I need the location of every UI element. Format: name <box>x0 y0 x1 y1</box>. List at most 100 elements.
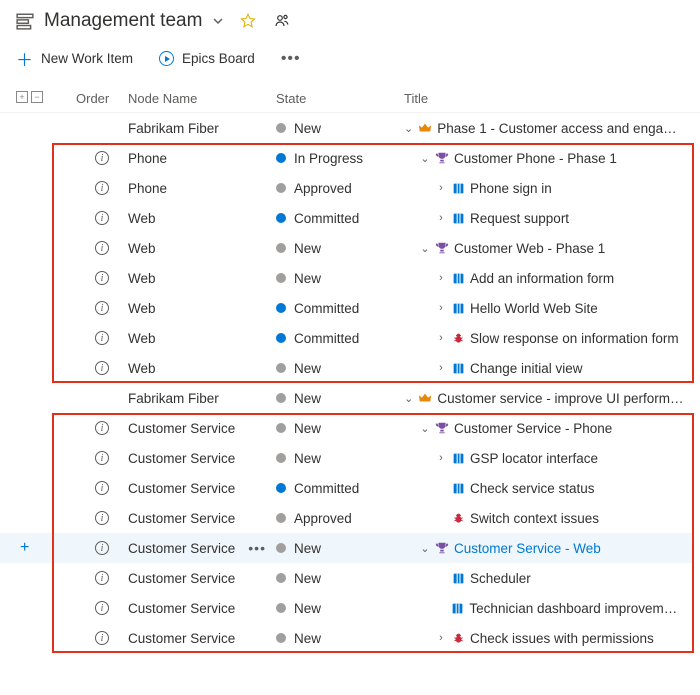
work-item-title[interactable]: Technician dashboard improvements <box>469 601 684 616</box>
bug-icon <box>451 331 465 345</box>
col-state[interactable]: State <box>276 91 404 106</box>
state-label: New <box>294 541 321 556</box>
work-item-title[interactable]: Phone sign in <box>470 181 552 196</box>
chevron-down-icon[interactable]: ⌄ <box>404 122 413 135</box>
state-label: New <box>294 451 321 466</box>
node-name: Web <box>128 331 276 346</box>
info-icon[interactable]: i <box>95 301 109 315</box>
chevron-right-icon[interactable]: › <box>436 332 446 344</box>
new-work-item-button[interactable]: ＋ New Work Item <box>16 46 133 71</box>
state-dot-icon <box>276 603 286 613</box>
table-row[interactable]: Fabrikam FiberNew⌄Customer service - imp… <box>0 383 694 413</box>
table-row[interactable]: iCustomer ServiceNew⌄Customer Service - … <box>0 413 694 443</box>
add-child-button[interactable]: + <box>20 539 29 557</box>
state-cell: New <box>276 271 404 286</box>
table-row[interactable]: +iCustomer Service•••New⌄Customer Servic… <box>0 533 694 563</box>
work-item-title[interactable]: Customer Service - Web <box>454 541 601 556</box>
chevron-right-icon[interactable]: › <box>436 272 446 284</box>
favorite-star-icon[interactable] <box>240 13 256 29</box>
more-actions-button[interactable]: ••• <box>281 50 301 68</box>
epics-board-label: Epics Board <box>182 51 255 66</box>
state-dot-icon <box>276 423 286 433</box>
work-item-title[interactable]: Customer Web - Phase 1 <box>454 241 605 256</box>
table-row[interactable]: iWebCommitted›Request support <box>0 203 694 233</box>
info-icon[interactable]: i <box>95 541 109 555</box>
chevron-right-icon[interactable]: › <box>436 302 446 314</box>
work-item-title[interactable]: Phase 1 - Customer access and engagement <box>437 121 684 136</box>
info-icon[interactable]: i <box>95 421 109 435</box>
work-item-title[interactable]: Request support <box>470 211 569 226</box>
collapse-all-button[interactable]: − <box>31 91 43 103</box>
info-icon[interactable]: i <box>95 601 109 615</box>
row-more-button[interactable]: ••• <box>248 540 266 556</box>
chevron-down-icon[interactable]: ⌄ <box>420 242 430 255</box>
work-item-title[interactable]: Check issues with permissions <box>470 631 654 646</box>
table-row[interactable]: iCustomer ServiceNew›Technician dashboar… <box>0 593 694 623</box>
state-dot-icon <box>276 393 286 403</box>
table-row[interactable]: iWebCommitted›Hello World Web Site <box>0 293 694 323</box>
work-item-title[interactable]: Scheduler <box>470 571 531 586</box>
info-icon[interactable]: i <box>95 151 109 165</box>
chevron-right-icon[interactable]: › <box>436 632 446 644</box>
info-icon[interactable]: i <box>95 241 109 255</box>
book-icon <box>451 601 465 615</box>
table-row[interactable]: iWebNew›Add an information form <box>0 263 694 293</box>
work-item-title[interactable]: Hello World Web Site <box>470 301 598 316</box>
info-icon[interactable]: i <box>95 211 109 225</box>
table-row[interactable]: iCustomer ServiceNew›Check issues with p… <box>0 623 694 653</box>
info-icon[interactable]: i <box>95 361 109 375</box>
table-row[interactable]: iPhoneIn Progress⌄Customer Phone - Phase… <box>0 143 694 173</box>
info-icon[interactable]: i <box>95 631 109 645</box>
team-members-icon[interactable] <box>274 13 290 29</box>
chevron-down-icon[interactable]: ⌄ <box>420 422 430 435</box>
table-row[interactable]: iCustomer ServiceApproved›Switch context… <box>0 503 694 533</box>
chevron-right-icon[interactable]: › <box>436 212 446 224</box>
col-order[interactable]: Order <box>76 91 128 106</box>
bug-icon <box>451 631 465 645</box>
table-row[interactable]: iWebCommitted›Slow response on informati… <box>0 323 694 353</box>
work-item-title[interactable]: Add an information form <box>470 271 614 286</box>
info-icon[interactable]: i <box>95 481 109 495</box>
state-dot-icon <box>276 183 286 193</box>
work-item-title[interactable]: Slow response on information form <box>470 331 679 346</box>
state-cell: In Progress <box>276 151 404 166</box>
info-icon[interactable]: i <box>95 451 109 465</box>
epics-board-button[interactable]: Epics Board <box>159 51 255 66</box>
info-icon[interactable]: i <box>95 571 109 585</box>
chevron-down-icon[interactable]: ⌄ <box>420 152 430 165</box>
trophy-icon <box>435 151 449 165</box>
chevron-right-icon[interactable]: › <box>436 362 446 374</box>
info-icon[interactable]: i <box>95 271 109 285</box>
table-row[interactable]: iCustomer ServiceNew›GSP locator interfa… <box>0 443 694 473</box>
node-name: Web <box>128 361 276 376</box>
chevron-right-icon[interactable]: › <box>436 452 446 464</box>
table-row[interactable]: iPhoneApproved›Phone sign in <box>0 173 694 203</box>
work-item-title[interactable]: Customer Service - Phone <box>454 421 612 436</box>
chevron-right-icon[interactable]: › <box>436 182 446 194</box>
work-item-title[interactable]: Check service status <box>470 481 595 496</box>
work-item-title[interactable]: Switch context issues <box>470 511 599 526</box>
info-icon[interactable]: i <box>95 331 109 345</box>
col-title[interactable]: Title <box>404 91 690 106</box>
chevron-down-icon[interactable]: ⌄ <box>404 392 413 405</box>
work-item-title[interactable]: GSP locator interface <box>470 451 598 466</box>
title-dropdown-icon[interactable] <box>212 15 224 27</box>
state-cell: New <box>276 361 404 376</box>
node-name: Web <box>128 241 276 256</box>
table-row[interactable]: iCustomer ServiceCommitted›Check service… <box>0 473 694 503</box>
info-icon[interactable]: i <box>95 511 109 525</box>
chevron-down-icon[interactable]: ⌄ <box>420 542 430 555</box>
table-row[interactable]: i WebNew › Change initial view <box>0 353 694 383</box>
state-cell: Approved <box>276 181 404 196</box>
table-row[interactable]: Fabrikam FiberNew⌄Phase 1 - Customer acc… <box>0 113 694 143</box>
work-item-title[interactable]: Change initial view <box>470 361 583 376</box>
expand-all-button[interactable]: + <box>16 91 28 103</box>
state-dot-icon <box>276 513 286 523</box>
trophy-icon <box>435 541 449 555</box>
col-node[interactable]: Node Name <box>128 91 276 106</box>
table-row[interactable]: iWebNew⌄Customer Web - Phase 1 <box>0 233 694 263</box>
info-icon[interactable]: i <box>95 181 109 195</box>
work-item-title[interactable]: Customer service - improve UI performanc… <box>437 391 684 406</box>
work-item-title[interactable]: Customer Phone - Phase 1 <box>454 151 617 166</box>
table-row[interactable]: iCustomer ServiceNew›Scheduler <box>0 563 694 593</box>
